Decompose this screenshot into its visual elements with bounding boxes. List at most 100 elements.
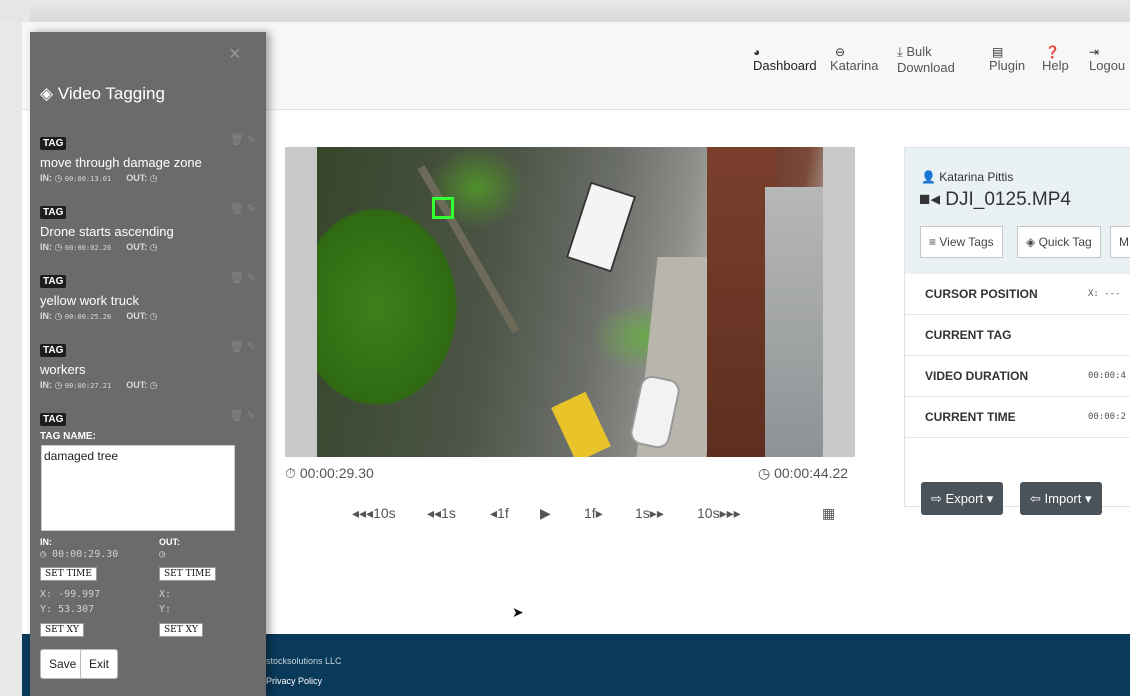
trash-icon[interactable]: 🗑	[230, 134, 244, 146]
rewind-icon: ◂◂	[427, 505, 442, 521]
stopwatch-icon: ⏱	[285, 465, 296, 481]
export-dropdown-button[interactable]: ⇨ Export ▾	[921, 482, 1004, 515]
tag-badge: TAG	[40, 344, 67, 357]
edit-icon[interactable]: ✎	[247, 410, 256, 422]
tag-name: Drone starts ascending	[40, 224, 174, 239]
set-out-xy-button[interactable]: SET XY	[159, 623, 203, 637]
view-tags-button[interactable]: ≡ View Tags	[920, 226, 1003, 258]
app-page: ◕ Dashboard ⊖ Katarina ⤓ Bulk Download ▤…	[22, 22, 1130, 696]
play-button[interactable]: ▶	[540, 505, 551, 522]
cursor-position-label: CURSOR POSITION	[925, 287, 1038, 301]
tag-item[interactable]: TAG 🗑 ✎ Drone starts ascending IN: ◷ 00:…	[40, 202, 260, 253]
nav-plugin[interactable]: ▤ Plugin	[989, 44, 1025, 74]
nav-download-label: Download	[897, 60, 955, 75]
tag-name: yellow work truck	[40, 293, 139, 308]
mouse-cursor-icon: ➤	[512, 604, 524, 620]
forward-icon: ▸▸	[649, 505, 664, 521]
out-y-coordinate: Y:	[159, 604, 172, 615]
nav-user-label: Katarina	[830, 58, 879, 73]
fwd-1s-button[interactable]: 1s▸▸	[635, 505, 664, 522]
info-panel-header: 👤 Katarina Pittis ■◂ DJI_0125.MP4 ≡ View…	[905, 148, 1130, 274]
fwd-1f-button[interactable]: 1f▸	[584, 505, 603, 522]
tag-item[interactable]: TAG 🗑 ✎ yellow work truck IN: ◷ 00:00:25…	[40, 271, 260, 322]
tag-item[interactable]: TAG 🗑 ✎ workers IN: ◷ 00:00:27.21 OUT: ◷	[40, 340, 260, 391]
in-label: IN:	[40, 537, 52, 547]
video-duration-label: VIDEO DURATION	[925, 369, 1029, 383]
import-dropdown-button[interactable]: ⇦ Import ▾	[1020, 482, 1102, 515]
video-camera-icon: ■◂	[919, 189, 941, 210]
tag-in-out: IN: ◷ 00:00:27.21 OUT: ◷	[40, 380, 158, 390]
play-icon: ▶	[540, 505, 551, 521]
tag-item[interactable]: TAG 🗑 ✎ move through damage zone IN: ◷ 0…	[40, 133, 260, 184]
nav-dashboard-label: Dashboard	[753, 58, 817, 73]
tag-name-label: TAG NAME:	[40, 431, 96, 442]
nav-help[interactable]: ❓ Help	[1042, 44, 1069, 74]
video-filename: ■◂ DJI_0125.MP4	[919, 189, 1071, 210]
video-duration-row: VIDEO DURATION 00:00:4	[905, 356, 1130, 397]
set-out-time-button[interactable]: SET TIME	[159, 567, 216, 581]
tag-badge: TAG	[40, 413, 67, 426]
edit-icon[interactable]: ✎	[247, 203, 256, 215]
nav-logout[interactable]: ⇥ Logou	[1089, 44, 1125, 74]
tag-badge: TAG	[40, 137, 67, 150]
privacy-policy-link[interactable]: Privacy Policy	[266, 676, 322, 686]
tag-marker-box[interactable]	[432, 197, 454, 219]
out-x-coordinate: X:	[159, 589, 172, 600]
set-in-time-button[interactable]: SET TIME	[40, 567, 97, 581]
trash-icon[interactable]: 🗑	[230, 203, 244, 215]
save-button[interactable]: Save	[40, 649, 86, 679]
in-time-value: ◷ 00:00:29.30	[40, 549, 119, 560]
caret-down-icon: ▾	[986, 491, 994, 506]
grid-icon: ▦	[822, 505, 836, 521]
trash-icon[interactable]: 🗑	[230, 341, 244, 353]
trash-icon[interactable]: 🗑	[230, 272, 244, 284]
nav-logout-label: Logou	[1089, 58, 1126, 73]
user-icon: 👤	[921, 170, 936, 184]
back-1s-button[interactable]: ◂◂1s	[427, 505, 456, 522]
set-in-xy-button[interactable]: SET XY	[40, 623, 84, 637]
edit-icon[interactable]: ✎	[247, 341, 256, 353]
user-circle-icon: ⊖	[835, 45, 846, 59]
edit-icon[interactable]: ✎	[247, 134, 256, 146]
download-icon: ⤓	[897, 44, 903, 59]
tag-in-out: IN: ◷ 00:00:13.01 OUT: ◷	[40, 173, 158, 183]
sidebar-title: ◈ Video Tagging	[40, 84, 165, 103]
edit-icon[interactable]: ✎	[247, 272, 256, 284]
video-player[interactable]	[285, 147, 855, 457]
window-left-edge	[0, 22, 22, 696]
tag-in-out: IN: ◷ 00:00:25.26 OUT: ◷	[40, 311, 158, 321]
current-time-readout: ⏱ 00:00:29.30	[285, 465, 374, 482]
tag-name: move through damage zone	[40, 155, 202, 170]
grid-view-button[interactable]: ▦	[822, 505, 835, 522]
nav-user[interactable]: ⊖ Katarina	[830, 44, 878, 74]
quick-tag-button[interactable]: ◈ Quick Tag	[1017, 226, 1101, 258]
current-time-row: CURRENT TIME 00:00:2	[905, 397, 1130, 438]
clock-icon: ◷	[758, 465, 771, 481]
video-frame[interactable]	[317, 147, 823, 457]
trash-icon[interactable]: 🗑	[230, 410, 244, 422]
current-time-label: CURRENT TIME	[925, 410, 1016, 424]
tag-badge: TAG	[40, 206, 67, 219]
step-forward-icon: ▸	[595, 505, 603, 521]
video-duration-value: 00:00:4	[1088, 371, 1126, 381]
out-time-value: ◷	[159, 549, 166, 560]
tag-name-textarea[interactable]: damaged tree	[41, 445, 235, 531]
close-icon[interactable]: ×	[229, 43, 241, 66]
fwd-10s-button[interactable]: 10s▸▸▸	[697, 505, 741, 522]
video-info-panel: 👤 Katarina Pittis ■◂ DJI_0125.MP4 ≡ View…	[904, 147, 1130, 515]
nav-plugin-label: Plugin	[989, 58, 1026, 73]
back-10s-button[interactable]: ◂◂◂10s	[352, 505, 396, 522]
tag-icon: ◈	[1026, 235, 1036, 249]
back-1f-button[interactable]: ◂1f	[490, 505, 509, 522]
nav-bulk-label: Bulk	[906, 44, 932, 59]
caret-down-icon: ▾	[1085, 491, 1092, 506]
nav-bulk-download[interactable]: ⤓ Bulk Download	[897, 44, 955, 76]
step-back-icon: ◂	[490, 505, 498, 521]
nav-dashboard[interactable]: ◕ Dashboard	[753, 44, 817, 74]
import-icon: ⇦	[1030, 491, 1041, 506]
tag-in-out: IN: ◷ 00:00:02.26 OUT: ◷	[40, 242, 158, 252]
fast-forward-icon: ▸▸▸	[719, 505, 741, 521]
exit-button[interactable]: Exit	[80, 649, 119, 679]
more-tab-button[interactable]: M	[1110, 226, 1130, 258]
cursor-position-value: X: ---	[1088, 289, 1121, 299]
